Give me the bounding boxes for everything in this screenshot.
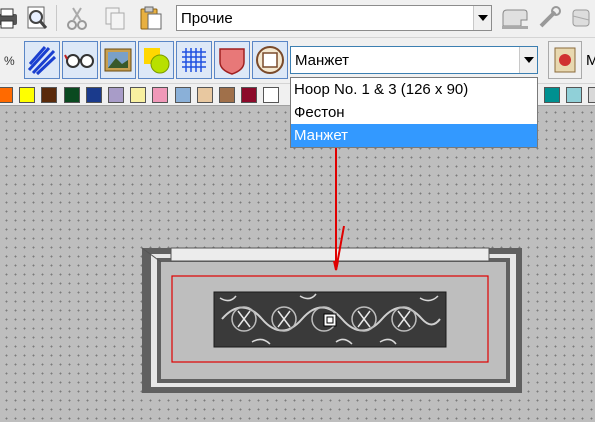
- image-tool[interactable]: [100, 41, 136, 79]
- tool-button[interactable]: [534, 3, 564, 33]
- category-combo[interactable]: Прочие: [176, 5, 492, 31]
- palette-swatch[interactable]: [0, 87, 13, 103]
- hoop-option[interactable]: Фестон: [291, 101, 537, 124]
- copy-button[interactable]: [100, 3, 130, 33]
- fill-stitch-tool[interactable]: [24, 41, 60, 79]
- category-combo-value: Прочие: [181, 9, 233, 27]
- right-cut-label: M: [586, 52, 595, 69]
- toolbar-separator: [56, 5, 57, 31]
- wrench-icon: [539, 6, 561, 28]
- print-preview-button[interactable]: [22, 3, 52, 33]
- palette-swatch[interactable]: [130, 87, 147, 103]
- embroidery-design[interactable]: [213, 291, 447, 348]
- view-tool[interactable]: [62, 41, 98, 79]
- hoop-combo[interactable]: Манжет: [290, 46, 538, 74]
- printer-icon: [0, 8, 17, 29]
- picture-icon: [104, 48, 132, 72]
- thread-chart-tool[interactable]: [548, 41, 582, 79]
- paste-button[interactable]: [136, 3, 166, 33]
- frame-icon: [256, 46, 284, 74]
- cut-button[interactable]: [62, 3, 92, 33]
- palette-swatch[interactable]: [41, 87, 58, 103]
- copy-icon: [105, 7, 125, 30]
- palette-swatch[interactable]: [174, 87, 191, 103]
- frame-tool[interactable]: [252, 41, 288, 79]
- clipboard-icon: [140, 6, 162, 30]
- palette-swatch[interactable]: [152, 87, 169, 103]
- hoop-dropdown-list: Hoop No. 1 & 3 (126 x 90) Фестон Манжет: [290, 77, 538, 148]
- palette-swatch[interactable]: [108, 87, 124, 103]
- palette-swatch[interactable]: [196, 87, 213, 103]
- main-toolbar: Прочие: [0, 0, 595, 38]
- magnifier-page-icon: [27, 6, 48, 29]
- diagonal-stitch-icon: [27, 46, 57, 76]
- shapes-tool[interactable]: [138, 41, 174, 79]
- thread-button[interactable]: [566, 3, 595, 33]
- palette-swatch[interactable]: [85, 87, 102, 103]
- thread-spool-icon: [572, 9, 590, 27]
- chevron-down-icon[interactable]: [519, 47, 537, 73]
- palette-swatch[interactable]: [544, 87, 560, 103]
- zoom-percent-label: %: [4, 54, 15, 68]
- canvas-drawing: [141, 140, 522, 393]
- scissors-icon: [67, 7, 87, 30]
- palette-swatch[interactable]: [241, 87, 258, 103]
- palette-swatch[interactable]: [63, 87, 80, 103]
- chevron-down-icon[interactable]: [473, 6, 491, 30]
- shapes-icon: [144, 48, 170, 74]
- palette-swatch[interactable]: [263, 87, 280, 103]
- thread-chart-icon: [554, 47, 576, 73]
- palette-swatch[interactable]: [588, 87, 595, 103]
- palette-swatch[interactable]: [219, 87, 235, 103]
- sewing-machine-button[interactable]: [500, 3, 530, 33]
- design-canvas[interactable]: [0, 106, 595, 422]
- sewing-machine-icon: [502, 9, 528, 29]
- grid-tool[interactable]: [176, 41, 212, 79]
- palette-swatch[interactable]: [19, 87, 36, 103]
- hoop-combo-value: Манжет: [295, 51, 350, 69]
- shield-icon: [219, 48, 245, 75]
- print-button[interactable]: [0, 3, 22, 33]
- palette-swatch[interactable]: [566, 87, 583, 103]
- grid-icon: [182, 48, 206, 72]
- glasses-icon: [64, 54, 94, 68]
- hoop-option[interactable]: Hoop No. 1 & 3 (126 x 90): [291, 78, 537, 101]
- applique-tool[interactable]: [214, 41, 250, 79]
- hoop-option[interactable]: Манжет: [291, 124, 537, 147]
